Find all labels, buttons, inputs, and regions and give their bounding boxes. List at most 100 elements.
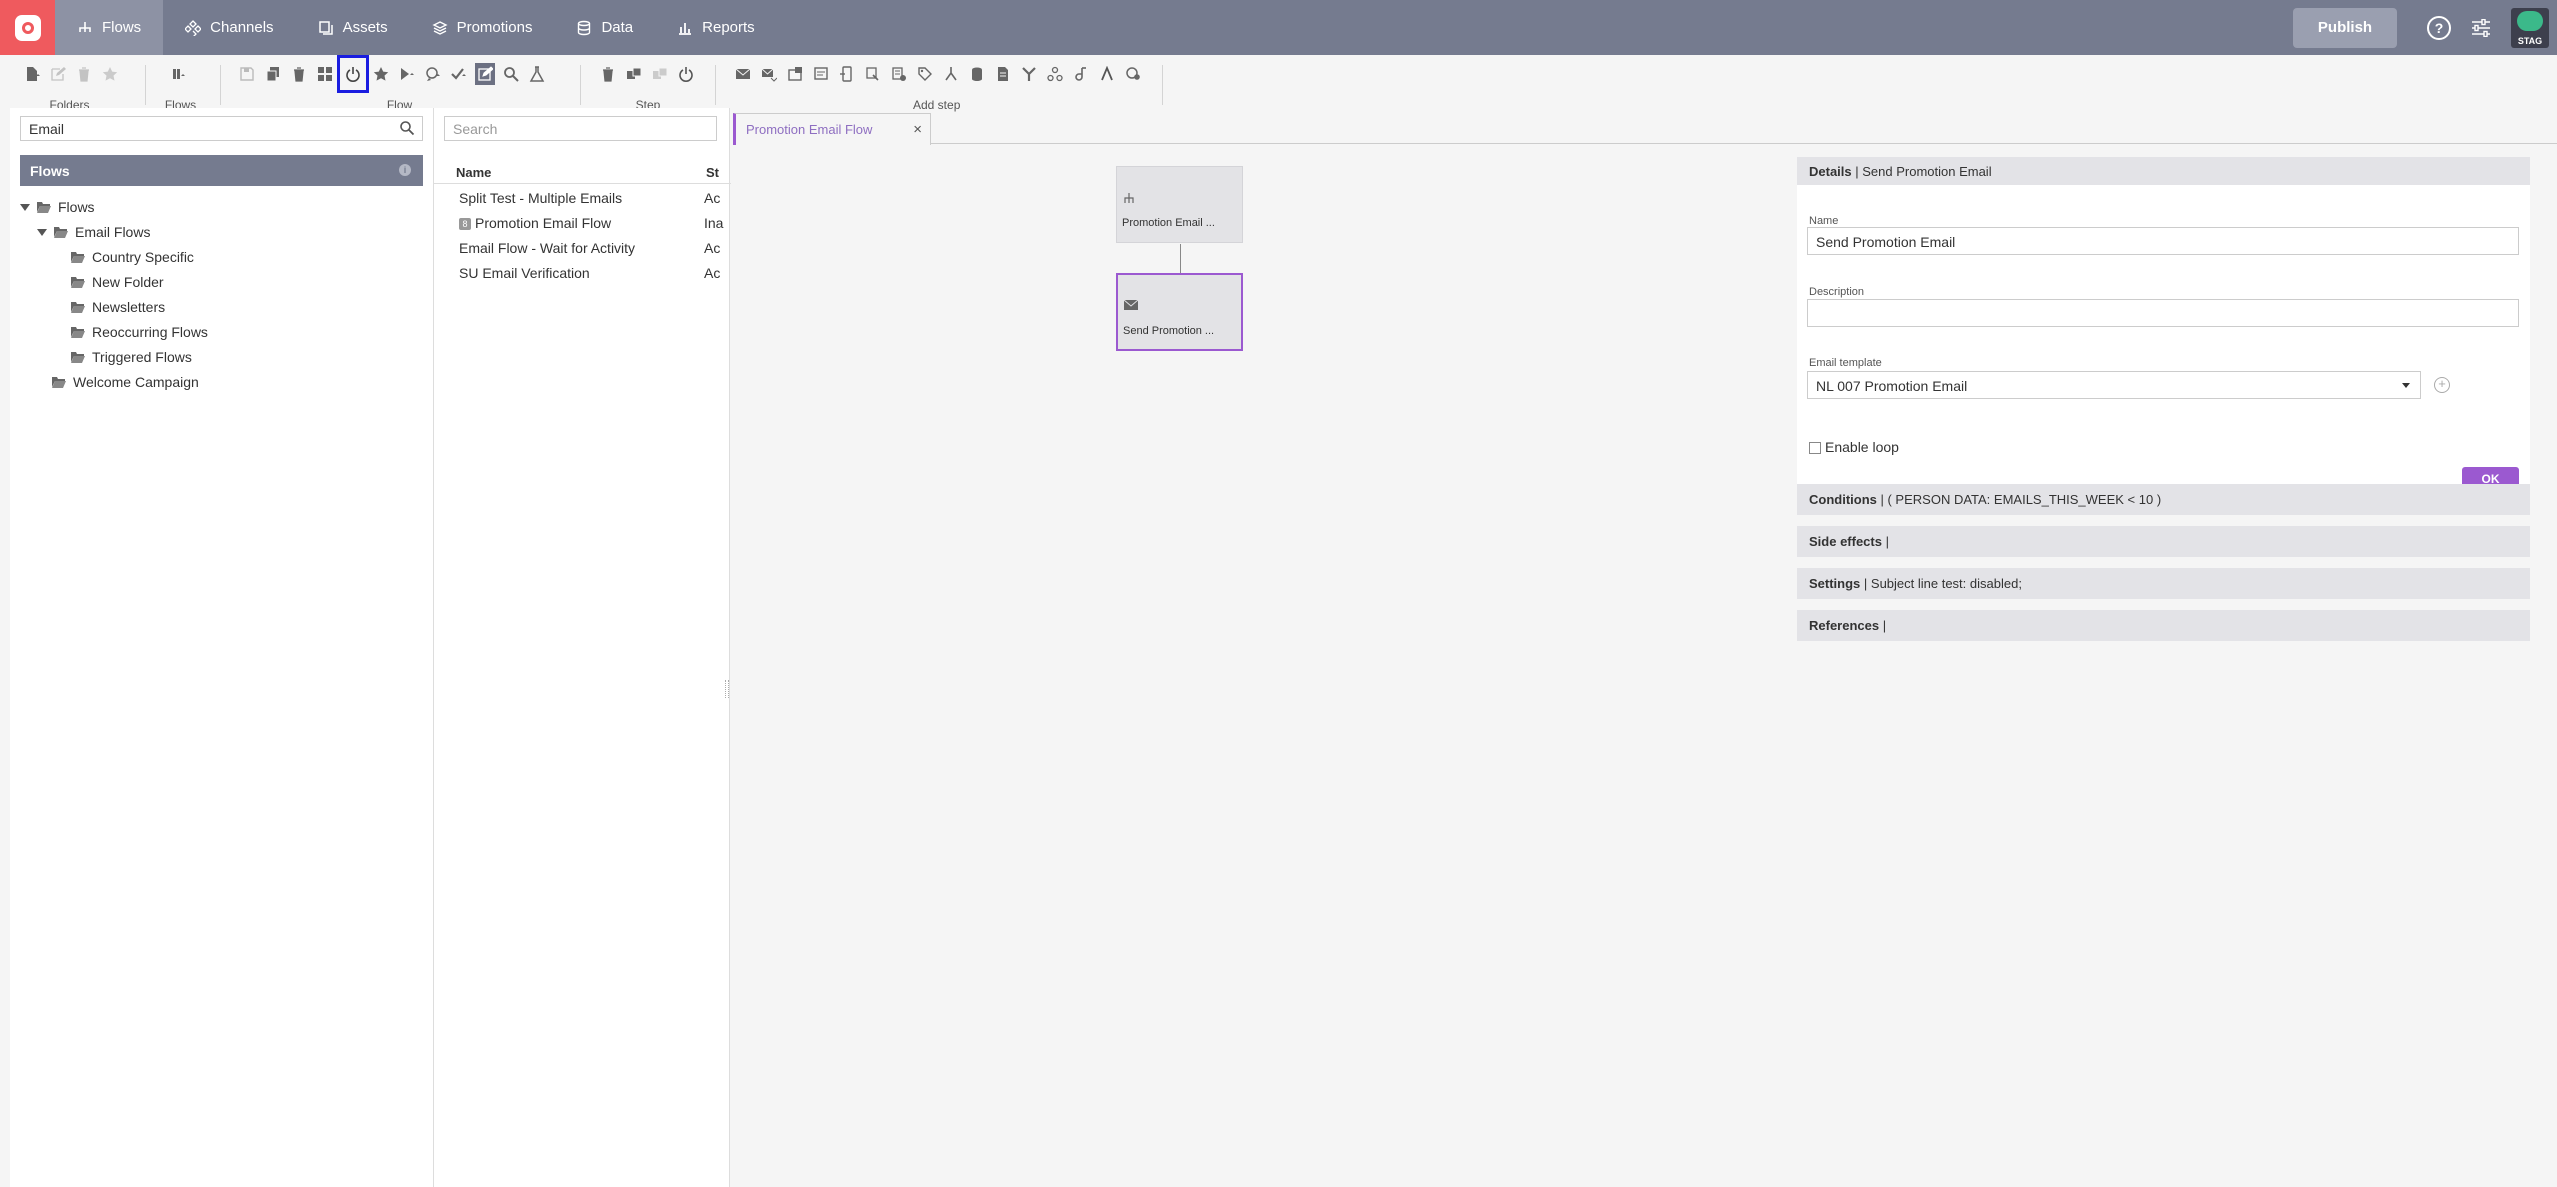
edit-mode-toggle[interactable] (475, 63, 495, 85)
side-effects-section[interactable]: Side effects | (1797, 526, 2530, 557)
publish-button[interactable]: Publish (2293, 7, 2397, 48)
tree-item-triggered-flows[interactable]: Triggered Flows (71, 346, 192, 368)
activate-flow-button[interactable] (337, 55, 369, 93)
expand-caret-icon[interactable] (37, 228, 47, 236)
add-webhook-step-button[interactable] (1123, 63, 1143, 85)
add-template-icon[interactable]: + (2434, 377, 2450, 393)
details-title: Details (1809, 164, 1852, 179)
nav-tab-flows[interactable]: Flows (55, 0, 164, 55)
flows-view-dropdown-button[interactable] (168, 63, 188, 85)
conditions-section[interactable]: Conditions | ( PERSON DATA: EMAILS_THIS_… (1797, 484, 2530, 515)
pause-bars-icon (173, 69, 185, 79)
flow-node-send-email[interactable]: Send Promotion ... (1116, 273, 1243, 351)
settings-section[interactable]: Settings | Subject line test: disabled; (1797, 568, 2530, 599)
add-data-update-step-button[interactable] (889, 63, 909, 85)
panel-resize-handle[interactable] (725, 680, 729, 698)
folder-open-icon (54, 226, 68, 238)
tree-item-new-folder[interactable]: New Folder (71, 271, 164, 293)
chat-dropdown-button[interactable] (423, 63, 443, 85)
expand-caret-icon[interactable] (20, 203, 30, 211)
tree-item-newsletters[interactable]: Newsletters (71, 296, 165, 318)
add-email-test-step-button[interactable] (759, 63, 779, 85)
duplicate-step-button[interactable] (624, 63, 644, 85)
info-icon[interactable]: i (399, 164, 411, 176)
new-folder-dropdown-button[interactable] (22, 63, 42, 85)
add-merge-step-button[interactable] (1019, 63, 1039, 85)
folder-open-icon (71, 276, 85, 288)
group-icon (1047, 66, 1063, 82)
references-section[interactable]: References | (1797, 610, 2530, 641)
search-flow-button[interactable] (501, 63, 521, 85)
details-subtitle: | Send Promotion Email (1851, 164, 1992, 179)
add-app-push-step-button[interactable] (837, 63, 857, 85)
move-flow-button[interactable] (315, 63, 335, 85)
validate-dropdown-button[interactable] (449, 63, 469, 85)
paste-step-button[interactable] (650, 63, 670, 85)
column-header-name[interactable]: Name (456, 165, 491, 180)
toolbar-divider (220, 65, 221, 105)
add-document-step-button[interactable] (993, 63, 1013, 85)
enable-loop-label[interactable]: Enable loop (1825, 439, 1899, 455)
edit-folder-button[interactable] (48, 63, 68, 85)
delete-flow-button[interactable] (289, 63, 309, 85)
top-nav: Flows Channels Assets Promotions Data Re… (0, 0, 2557, 55)
toggle-step-button[interactable] (676, 63, 696, 85)
table-row[interactable]: SU Email Verification Ac (434, 261, 731, 286)
tree-item-country-specific[interactable]: Country Specific (71, 246, 194, 268)
add-email-step-button[interactable] (733, 63, 753, 85)
table-row[interactable]: Split Test - Multiple Emails Ac (434, 186, 731, 211)
delete-step-button[interactable] (598, 63, 618, 85)
tree-item-label: Flows (58, 199, 95, 215)
flow-search-input[interactable]: Search (444, 116, 717, 141)
test-flow-button[interactable] (527, 63, 547, 85)
app-logo[interactable] (0, 0, 55, 55)
table-row[interactable]: Email Flow - Wait for Activity Ac (434, 236, 731, 261)
nav-tab-assets[interactable]: Assets (296, 0, 410, 55)
delete-folder-button[interactable] (74, 63, 94, 85)
add-inbox-step-button[interactable] (863, 63, 883, 85)
add-wait-step-button[interactable] (1097, 63, 1117, 85)
flow-list-panel: Search Name St Split Test - Multiple Ema… (433, 108, 731, 1187)
add-web-push-step-button[interactable] (785, 63, 805, 85)
tree-item-label: Country Specific (92, 249, 194, 265)
favorite-flow-button[interactable] (371, 63, 391, 85)
help-icon[interactable]: ? (2427, 15, 2451, 40)
nav-tab-reports[interactable]: Reports (655, 0, 777, 55)
move-icon (318, 67, 332, 81)
save-flow-button[interactable] (237, 63, 257, 85)
step-details-panel: Details | Send Promotion Email Name Send… (1797, 157, 2530, 641)
settings-sliders-icon[interactable] (2471, 18, 2491, 37)
copy-flow-button[interactable] (263, 63, 283, 85)
add-database-step-button[interactable] (967, 63, 987, 85)
tree-item-welcome-campaign[interactable]: Welcome Campaign (52, 371, 199, 393)
tab-promotion-email-flow[interactable]: Promotion Email Flow × (733, 113, 931, 145)
table-row[interactable]: 8 Promotion Email Flow Ina (434, 211, 731, 236)
folder-search-input[interactable]: Email (20, 116, 423, 141)
description-field[interactable] (1807, 299, 2519, 327)
favorite-folder-button[interactable] (100, 63, 120, 85)
tree-item-email-flows[interactable]: Email Flows (37, 221, 150, 243)
name-field[interactable]: Send Promotion Email (1807, 227, 2519, 255)
column-header-status[interactable]: St (706, 165, 719, 180)
power-icon (346, 67, 360, 82)
details-header[interactable]: Details | Send Promotion Email (1797, 157, 2530, 185)
run-flow-dropdown-button[interactable] (397, 63, 417, 85)
add-split-step-button[interactable] (941, 63, 961, 85)
search-icon[interactable] (399, 120, 415, 136)
tree-item-flows[interactable]: Flows (20, 196, 95, 218)
flow-node-start[interactable]: Promotion Email ... (1116, 166, 1243, 243)
add-delay-step-button[interactable] (1071, 63, 1091, 85)
add-tag-step-button[interactable] (915, 63, 935, 85)
add-group-step-button[interactable] (1045, 63, 1065, 85)
email-template-select[interactable]: NL 007 Promotion Email (1807, 371, 2421, 399)
copy-icon (266, 67, 279, 82)
environment-badge[interactable]: STAG (2511, 7, 2549, 48)
nav-tab-promotions[interactable]: Promotions (410, 0, 555, 55)
tree-item-reoccurring-flows[interactable]: Reoccurring Flows (71, 321, 208, 343)
nav-tab-data[interactable]: Data (554, 0, 655, 55)
add-sms-step-button[interactable] (811, 63, 831, 85)
close-icon[interactable]: × (913, 121, 922, 138)
enable-loop-checkbox[interactable] (1809, 442, 1821, 454)
section-title: Side effects (1809, 534, 1882, 549)
nav-tab-channels[interactable]: Channels (163, 0, 295, 55)
